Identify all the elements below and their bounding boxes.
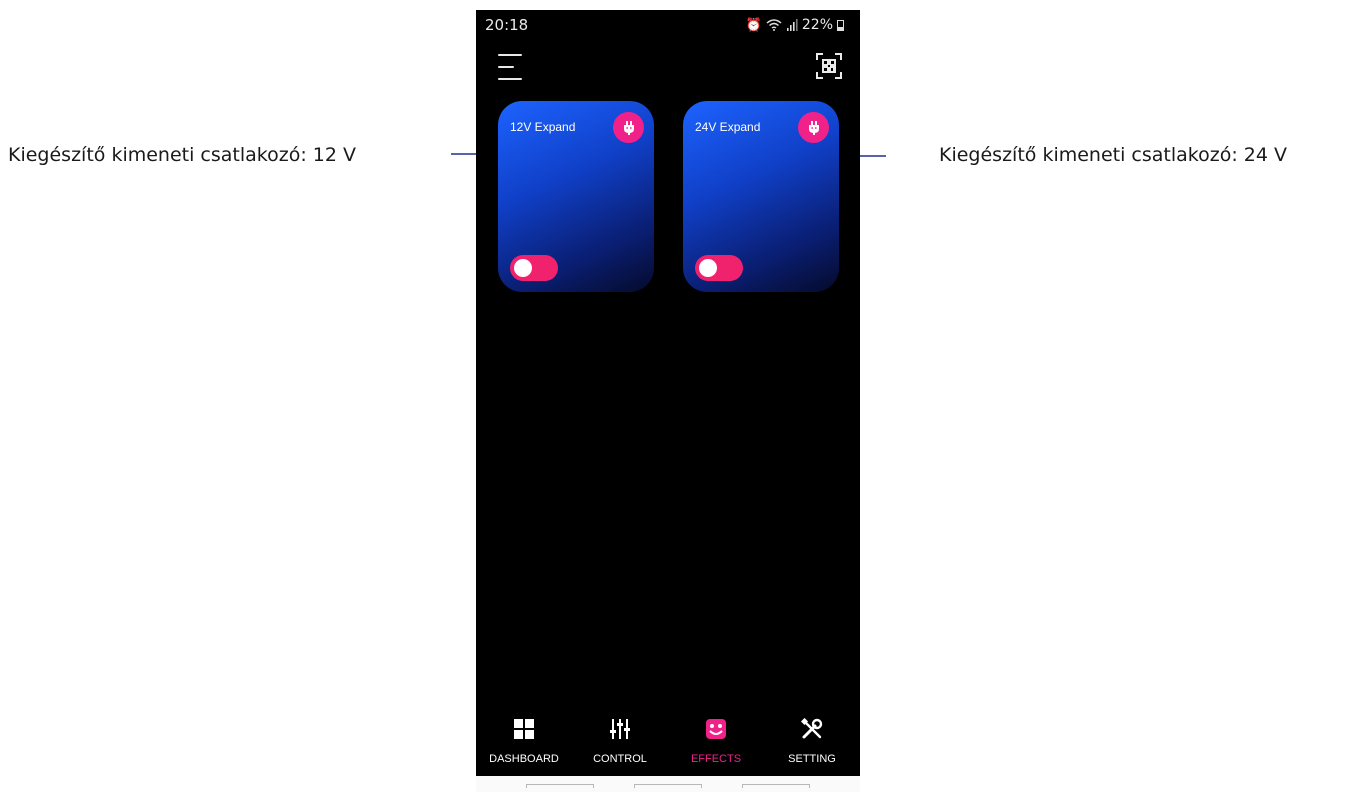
effects-icon xyxy=(706,719,726,739)
toggle-knob xyxy=(699,259,717,277)
hamburger-icon xyxy=(498,54,522,56)
nav-effects[interactable]: EFFECTS xyxy=(668,706,764,776)
annotation-12v: Kiegészítő kimeneti csatlakozó: 12 V xyxy=(8,144,356,166)
nav-dashboard[interactable]: DASHBOARD xyxy=(476,706,572,776)
qr-scan-button[interactable] xyxy=(816,53,842,79)
status-indicators: ⏰ 22% xyxy=(746,17,844,33)
status-time: 20:18 xyxy=(485,16,529,34)
status-bar: 20:18 ⏰ 22% xyxy=(476,10,860,40)
system-nav-back[interactable] xyxy=(742,784,810,788)
plug-button[interactable] xyxy=(613,112,644,143)
tools-icon xyxy=(801,718,823,739)
battery-percent: 22% xyxy=(801,17,833,33)
toggle-knob xyxy=(514,259,532,277)
nav-setting[interactable]: SETTING xyxy=(764,706,860,776)
phone-screen: 20:18 ⏰ 22% 12V Expand 24V Expand DASHBO… xyxy=(476,10,860,792)
nav-label: EFFECTS xyxy=(690,753,742,765)
plug-icon xyxy=(623,120,634,135)
qr-scan-icon xyxy=(816,53,842,79)
system-nav-recent[interactable] xyxy=(526,784,594,788)
bottom-nav: DASHBOARD CONTROL EFFECTS SETTING xyxy=(476,706,860,776)
signal-icon xyxy=(786,19,798,31)
card-title: 24V Expand xyxy=(695,120,761,134)
toggle-switch-12v[interactable] xyxy=(510,255,558,281)
plug-icon xyxy=(808,120,819,135)
nav-label: SETTING xyxy=(788,753,836,765)
alarm-icon: ⏰ xyxy=(745,17,762,33)
system-nav-home[interactable] xyxy=(634,784,702,788)
battery-icon xyxy=(837,19,844,31)
toggle-switch-24v[interactable] xyxy=(695,255,743,281)
dashboard-icon xyxy=(514,719,534,739)
plug-button[interactable] xyxy=(798,112,829,143)
menu-button[interactable] xyxy=(498,54,524,80)
card-24v-expand[interactable]: 24V Expand xyxy=(683,101,839,292)
wifi-icon xyxy=(766,19,782,31)
system-nav-bar xyxy=(476,776,860,792)
waveform-graphic xyxy=(510,161,631,235)
waveform-graphic xyxy=(695,161,816,235)
nav-control[interactable]: CONTROL xyxy=(572,706,668,776)
nav-label: CONTROL xyxy=(593,753,647,765)
card-12v-expand[interactable]: 12V Expand xyxy=(498,101,654,292)
annotation-24v: Kiegészítő kimeneti csatlakozó: 24 V xyxy=(939,144,1287,166)
nav-label: DASHBOARD xyxy=(489,753,559,765)
card-title: 12V Expand xyxy=(510,120,576,134)
sliders-icon xyxy=(610,719,630,739)
